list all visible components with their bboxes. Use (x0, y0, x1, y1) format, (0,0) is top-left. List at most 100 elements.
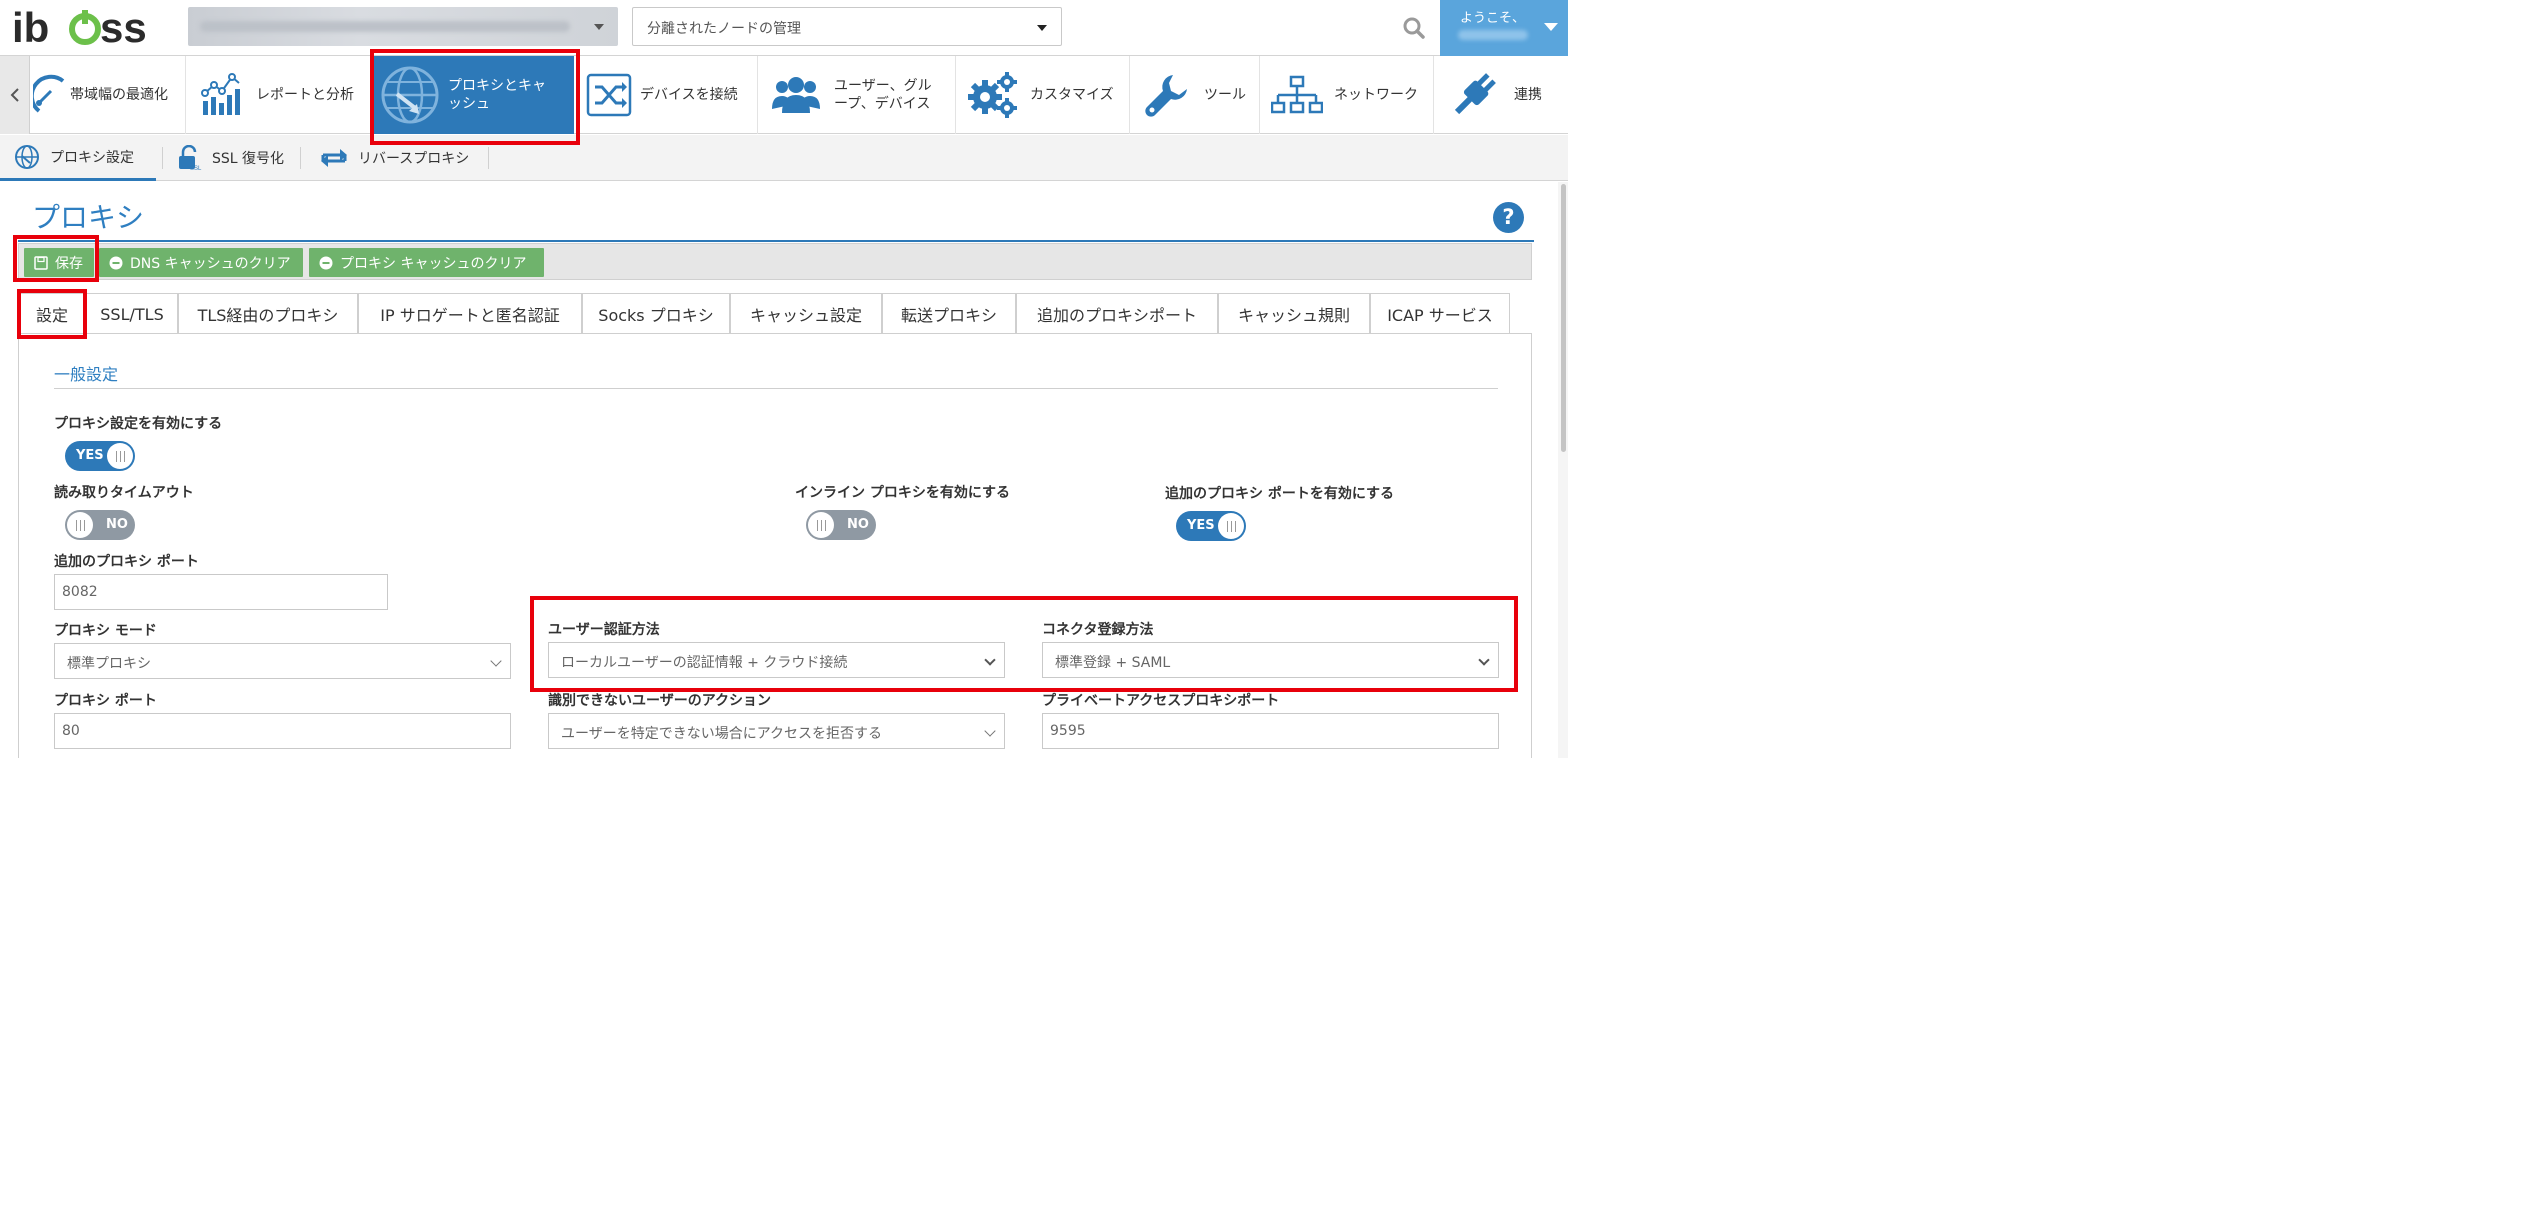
nav-reports[interactable]: レポートと分析 (186, 56, 372, 134)
additional-port-input[interactable]: 8082 (54, 574, 388, 610)
additional-port-label: 追加のプロキシ ポート (54, 554, 199, 570)
inline-proxy-label: インライン プロキシを有効にする (795, 485, 1011, 501)
read-timeout-label: 読み取りタイムアウト (54, 485, 194, 501)
tenant-select[interactable] (188, 7, 618, 46)
divider (162, 147, 163, 169)
private-access-port-input[interactable]: 9595 (1042, 713, 1499, 749)
nav-tools[interactable]: ツール (1130, 56, 1260, 134)
user-menu[interactable]: ようこそ、 (1440, 0, 1568, 56)
users-icon (758, 69, 834, 121)
minus-circle-icon (109, 256, 123, 269)
nav-reports-label: レポートと分析 (256, 87, 354, 103)
additional-port-enable-toggle[interactable]: YES (1176, 511, 1246, 541)
tab-icap-services[interactable]: ICAP サービス (1370, 293, 1510, 334)
caret-down-icon (1544, 23, 1558, 31)
nav-integrations-label: 連携 (1514, 87, 1542, 103)
nav-network-label: ネットワーク (1334, 87, 1418, 103)
toggle-knob (67, 512, 93, 538)
nav-customize[interactable]: カスタマイズ (956, 56, 1130, 134)
tab-ip-surrogate[interactable]: IP サロゲートと匿名認証 (358, 293, 582, 334)
help-icon[interactable]: ? (1493, 202, 1524, 233)
sub-nav: プロキシ設定 SSL SSL 復号化 リバースプロキシ (0, 135, 1568, 181)
toggle-state: YES (76, 448, 104, 463)
search-icon[interactable] (1400, 14, 1428, 42)
highlight-box (13, 235, 99, 282)
nav-users-label-line1: ユーザー、グル (834, 78, 932, 94)
tab-ssl-tls[interactable]: SSL/TLS (86, 293, 178, 334)
ssl-lock-icon: SSL (179, 145, 202, 171)
tab-cache-settings[interactable]: キャッシュ設定 (730, 293, 882, 334)
nav-connect-devices[interactable]: デバイスを接続 (578, 56, 758, 134)
nav-users-groups[interactable]: ユーザー、グル ープ、デバイス (758, 56, 956, 134)
proxy-mode-value: 標準プロキシ (67, 656, 151, 672)
globe-icon (15, 144, 39, 169)
section-title: 一般設定 (54, 365, 119, 384)
iboss-logo[interactable]: ib ss (12, 4, 172, 50)
node-management-select[interactable]: 分離されたノードの管理 (632, 7, 1062, 46)
action-bar: 保存 DNS キャッシュのクリア プロキシ キャッシュのクリア (18, 243, 1532, 280)
caret-down-icon (594, 24, 604, 30)
toggle-state: NO (106, 517, 128, 532)
clear-dns-cache-button[interactable]: DNS キャッシュのクリア (99, 248, 303, 277)
caret-down-icon (1037, 25, 1047, 31)
inline-proxy-toggle[interactable]: NO (806, 510, 876, 540)
nav-tools-label: ツール (1204, 87, 1246, 103)
clear-dns-cache-label: DNS キャッシュのクリア (130, 255, 291, 272)
tab-cache-rules[interactable]: キャッシュ規則 (1218, 293, 1370, 334)
clear-proxy-cache-button[interactable]: プロキシ キャッシュのクリア (309, 248, 544, 277)
subtab-proxy-settings[interactable]: プロキシ設定 (0, 135, 156, 181)
toggle-knob (808, 512, 834, 538)
divider (300, 147, 301, 169)
speedometer-icon (30, 69, 68, 121)
toggle-knob (107, 443, 133, 469)
username-redacted (1458, 30, 1528, 40)
enable-proxy-toggle[interactable]: YES (65, 441, 135, 471)
nav-bandwidth[interactable]: 帯域幅の最適化 (30, 56, 186, 134)
module-nav: 帯域幅の最適化 レポートと分析 プロキシとキャ ッシュ デバイスを接続 ユーザー… (0, 56, 1568, 134)
svg-text:ss: ss (100, 4, 147, 50)
page-scrollbar-thumb[interactable] (1561, 184, 1566, 452)
tab-socks-proxy[interactable]: Socks プロキシ (582, 293, 730, 334)
unknown-user-action-select[interactable]: ユーザーを特定できない場合にアクセスを拒否する (548, 713, 1005, 749)
minus-circle-icon (319, 256, 333, 269)
network-tree-icon (1260, 69, 1334, 121)
highlight-box (17, 289, 87, 339)
plug-icon (1434, 69, 1514, 121)
highlight-box (370, 49, 580, 145)
subtab-proxy-settings-label: プロキシ設定 (50, 149, 134, 166)
analytics-chart-icon (186, 69, 256, 121)
top-bar: ib ss 分離されたノードの管理 ようこそ、 (0, 0, 1568, 56)
toggle-state: YES (1187, 518, 1215, 533)
tenant-name-redacted (200, 21, 570, 32)
nav-customize-label: カスタマイズ (1030, 87, 1114, 103)
read-timeout-toggle[interactable]: NO (65, 510, 135, 540)
enable-proxy-label: プロキシ設定を有効にする (54, 416, 223, 432)
private-access-port-label: プライベートアクセスプロキシポート (1042, 693, 1280, 709)
tab-additional-ports[interactable]: 追加のプロキシポート (1016, 293, 1218, 334)
proxy-port-label: プロキシ ポート (54, 693, 157, 709)
svg-text:SSL: SSL (190, 166, 202, 171)
unknown-user-action-value: ユーザーを特定できない場合にアクセスを拒否する (561, 726, 883, 742)
subtab-ssl-decrypt[interactable]: SSL SSL 復号化 (164, 135, 300, 181)
welcome-label: ようこそ、 (1460, 11, 1526, 26)
shuffle-icon (578, 69, 640, 121)
settings-tab-panel (18, 333, 1532, 758)
title-divider (18, 240, 1534, 242)
nav-integrations[interactable]: 連携 (1434, 56, 1568, 134)
proxy-mode-select[interactable]: 標準プロキシ (54, 643, 511, 679)
tab-forward-proxy[interactable]: 転送プロキシ (882, 293, 1016, 334)
divider (488, 147, 489, 169)
chevron-down-icon (984, 725, 996, 737)
proxy-port-input[interactable]: 80 (54, 713, 511, 749)
toggle-knob (1218, 513, 1244, 539)
page-title: プロキシ (32, 201, 145, 234)
subtab-ssl-decrypt-label: SSL 復号化 (212, 151, 285, 167)
chevron-down-icon (490, 655, 502, 667)
tab-proxy-over-tls[interactable]: TLS経由のプロキシ (178, 293, 358, 334)
nav-scroll-left-button[interactable] (0, 56, 30, 134)
nav-connect-label: デバイスを接続 (640, 87, 738, 103)
chevron-left-icon (10, 88, 19, 102)
clear-proxy-cache-label: プロキシ キャッシュのクリア (340, 255, 527, 272)
nav-network[interactable]: ネットワーク (1260, 56, 1434, 134)
proxy-mode-label: プロキシ モード (54, 623, 157, 639)
